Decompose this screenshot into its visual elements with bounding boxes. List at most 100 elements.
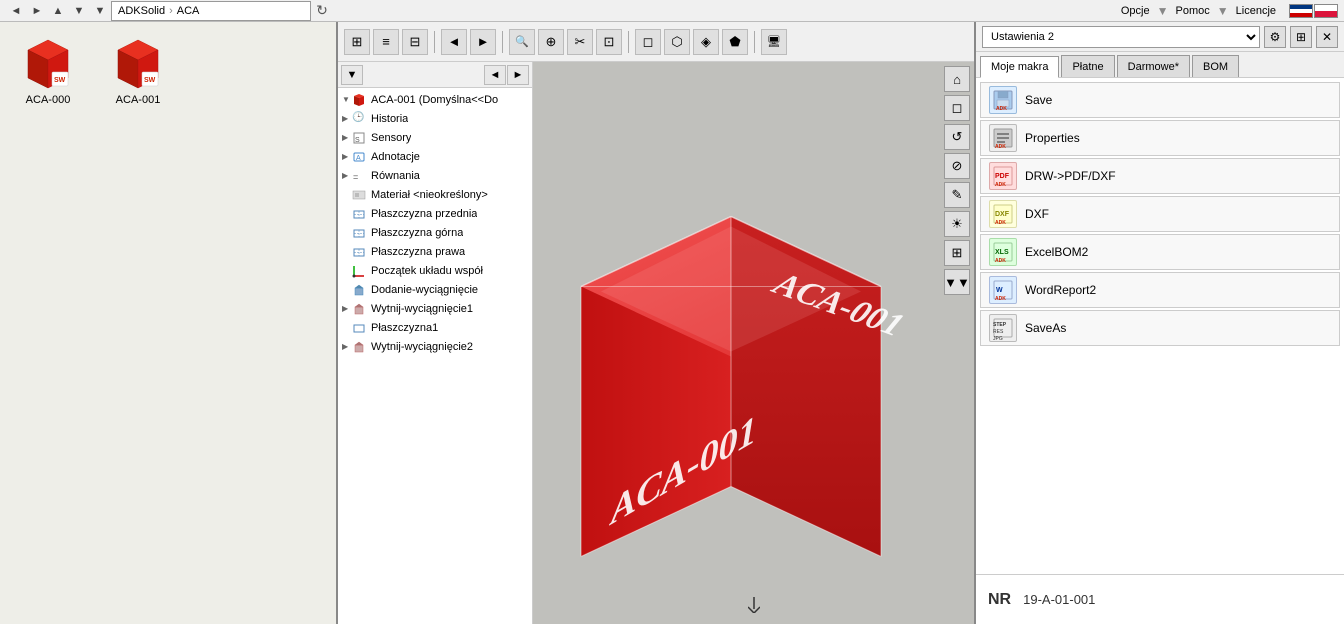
nav-back-btn[interactable]: ◄	[6, 1, 26, 21]
macros-list: ADK Save ADK	[976, 78, 1344, 574]
tree-item-sensory[interactable]: ▶ S Sensory	[338, 128, 532, 147]
vp-more-btn[interactable]: ▼▼	[944, 269, 970, 295]
toolbar-view3d[interactable]: ⬡	[664, 29, 690, 55]
plane-top-icon	[352, 226, 368, 240]
toolbar-scroll-left[interactable]: ◄	[441, 29, 467, 55]
svg-text:RES: RES	[993, 329, 1004, 335]
toolbar-cut[interactable]: ✂	[567, 29, 593, 55]
file-entry-aca001[interactable]: SW ACA-001	[98, 32, 178, 110]
svg-text:ADK: ADK	[995, 144, 1006, 150]
macro-pdf-icon: PDF ADK	[989, 162, 1017, 190]
tree-root-item[interactable]: ▼ ACA-001 (Domyślna<<Do	[338, 90, 532, 109]
toolbar-render[interactable]: ◈	[693, 29, 719, 55]
ft-toolbar: ▼ ◄ ►	[338, 62, 532, 88]
nav-menu-btn[interactable]: ▼	[90, 1, 110, 21]
svg-text:ADK: ADK	[995, 296, 1006, 302]
macro-save-icon: ADK	[989, 86, 1017, 114]
center-pane: ⊞ ≡ ⊟ ◄ ► 🔍 ⊕ ✂ ⊡ ◻ ⬡ ◈ ⬟ 🖥	[338, 22, 974, 624]
tree-item-plane-front[interactable]: Płaszczyzna przednia	[338, 204, 532, 223]
root-icon	[352, 93, 368, 107]
vp-view-btn[interactable]: ◻	[944, 95, 970, 121]
tab-darmowe[interactable]: Darmowe*	[1117, 55, 1190, 77]
settings-copy-btn[interactable]: ⊞	[1290, 26, 1312, 48]
svg-text:ADK: ADK	[995, 220, 1006, 226]
ft-scroll-left[interactable]: ◄	[484, 65, 506, 85]
macro-saveas-label: SaveAs	[1025, 321, 1066, 335]
file-entry-aca000[interactable]: SW ACA-000	[8, 32, 88, 110]
cut2-icon	[352, 340, 368, 354]
tab-moje-makra[interactable]: Moje makra	[980, 56, 1059, 78]
nav-down-btn[interactable]: ▼	[69, 1, 89, 21]
macro-word-label: WordReport2	[1025, 283, 1096, 297]
tree-item-adnotacje[interactable]: ▶ A Adnotacje	[338, 147, 532, 166]
tab-bom[interactable]: BOM	[1192, 55, 1239, 77]
toolbar-zoom-in[interactable]: ⊕	[538, 29, 564, 55]
vp-edit-btn[interactable]: ✎	[944, 182, 970, 208]
macro-word[interactable]: W ADK WordReport2	[980, 272, 1340, 308]
svg-text:JPG: JPG	[993, 336, 1003, 340]
toolbar-material[interactable]: ⬟	[722, 29, 748, 55]
settings-select[interactable]: Ustawienia 2	[982, 26, 1260, 48]
vp-right-toolbar: ⌂ ◻ ↺ ⊘ ✎ ☀ ⊞ ▼▼	[944, 66, 970, 295]
toolbar-detail-btn[interactable]: ⊟	[402, 29, 428, 55]
toolbar-scroll-right[interactable]: ►	[470, 29, 496, 55]
settings-gear-btn[interactable]: ⚙	[1264, 26, 1286, 48]
tree-item-origin[interactable]: Początek układu współ	[338, 261, 532, 280]
toolbar-zoom[interactable]: 🔍	[509, 29, 535, 55]
tree-item-plane-right[interactable]: Płaszczyzna prawa	[338, 242, 532, 261]
flag-en[interactable]	[1289, 4, 1313, 18]
tree-item-rownania[interactable]: ▶ = Równania	[338, 166, 532, 185]
macro-dxf[interactable]: DXF ADK DXF	[980, 196, 1340, 232]
vp-rotate-btn[interactable]: ↺	[944, 124, 970, 150]
svg-text:SW: SW	[54, 77, 66, 84]
svg-text:ADK: ADK	[995, 182, 1006, 188]
toolbar-box[interactable]: ⊡	[596, 29, 622, 55]
macro-properties[interactable]: ADK Properties	[980, 120, 1340, 156]
tree-item-cut1[interactable]: ▶ Wytnij-wyciągnięcie1	[338, 299, 532, 318]
nr-label: NR	[988, 591, 1011, 609]
vp-light-btn[interactable]: ☀	[944, 211, 970, 237]
macro-excel[interactable]: XLS ADK ExcelBOM2	[980, 234, 1340, 270]
coord-indicator	[748, 597, 760, 616]
licencje-menu[interactable]: Licencje	[1230, 3, 1282, 19]
file-label-aca000: ACA-000	[26, 94, 71, 106]
cube-icon-aca000: SW	[20, 36, 76, 92]
tree-item-plane1[interactable]: Płaszczyzna1	[338, 318, 532, 337]
vp-section-btn[interactable]: ⊘	[944, 153, 970, 179]
sensory-icon: S	[352, 131, 368, 145]
tree-item-plane-top[interactable]: Płaszczyzna górna	[338, 223, 532, 242]
macros-tabs: Moje makra Płatne Darmowe* BOM	[976, 52, 1344, 78]
tab-platne[interactable]: Płatne	[1061, 55, 1114, 77]
flag-pl[interactable]	[1314, 4, 1338, 18]
toolbar-display[interactable]: 🖥	[761, 29, 787, 55]
tree-item-cut2[interactable]: ▶ Wytnij-wyciągnięcie2	[338, 337, 532, 356]
toolbar-grid-btn[interactable]: ⊞	[344, 29, 370, 55]
historia-icon: 🕒	[352, 112, 368, 126]
ft-scroll-right[interactable]: ►	[507, 65, 529, 85]
plane-right-icon	[352, 245, 368, 259]
center-body: ▼ ◄ ► ▼	[338, 62, 974, 624]
ft-content: ▼ ACA-001 (Domyślna<<Do	[338, 88, 532, 624]
refresh-btn[interactable]: ↻	[312, 1, 332, 21]
pomoc-menu[interactable]: Pomoc	[1170, 3, 1216, 19]
macro-pdf[interactable]: PDF ADK DRW->PDF/DXF	[980, 158, 1340, 194]
macros-settings-bar: Ustawienia 2 ⚙ ⊞ ✕	[976, 22, 1344, 52]
toolbar-shape[interactable]: ◻	[635, 29, 661, 55]
macro-saveas[interactable]: STEP RES JPG SaveAs	[980, 310, 1340, 346]
tree-item-extrude-add[interactable]: Dodanie-wyciągnięcie	[338, 280, 532, 299]
ft-filter-btn[interactable]: ▼	[341, 65, 363, 85]
settings-close-btn[interactable]: ✕	[1316, 26, 1338, 48]
viewport-area: ⌂ ◻ ↺ ⊘ ✎ ☀ ⊞ ▼▼	[533, 62, 974, 624]
nav-forward-btn[interactable]: ►	[27, 1, 47, 21]
extrude-add-icon	[352, 283, 368, 297]
tree-item-historia[interactable]: ▶ 🕒 Historia	[338, 109, 532, 128]
vp-measure-btn[interactable]: ⊞	[944, 240, 970, 266]
nav-up-btn[interactable]: ▲	[48, 1, 68, 21]
vp-home-btn[interactable]: ⌂	[944, 66, 970, 92]
material-icon	[352, 188, 368, 202]
macro-save[interactable]: ADK Save	[980, 82, 1340, 118]
toolbar-list-btn[interactable]: ≡	[373, 29, 399, 55]
opcje-menu[interactable]: Opcje	[1115, 3, 1156, 19]
macros-panel: Ustawienia 2 ⚙ ⊞ ✕ Moje makra Płatne Dar…	[974, 22, 1344, 624]
tree-item-material[interactable]: Materiał <nieokreślony>	[338, 185, 532, 204]
